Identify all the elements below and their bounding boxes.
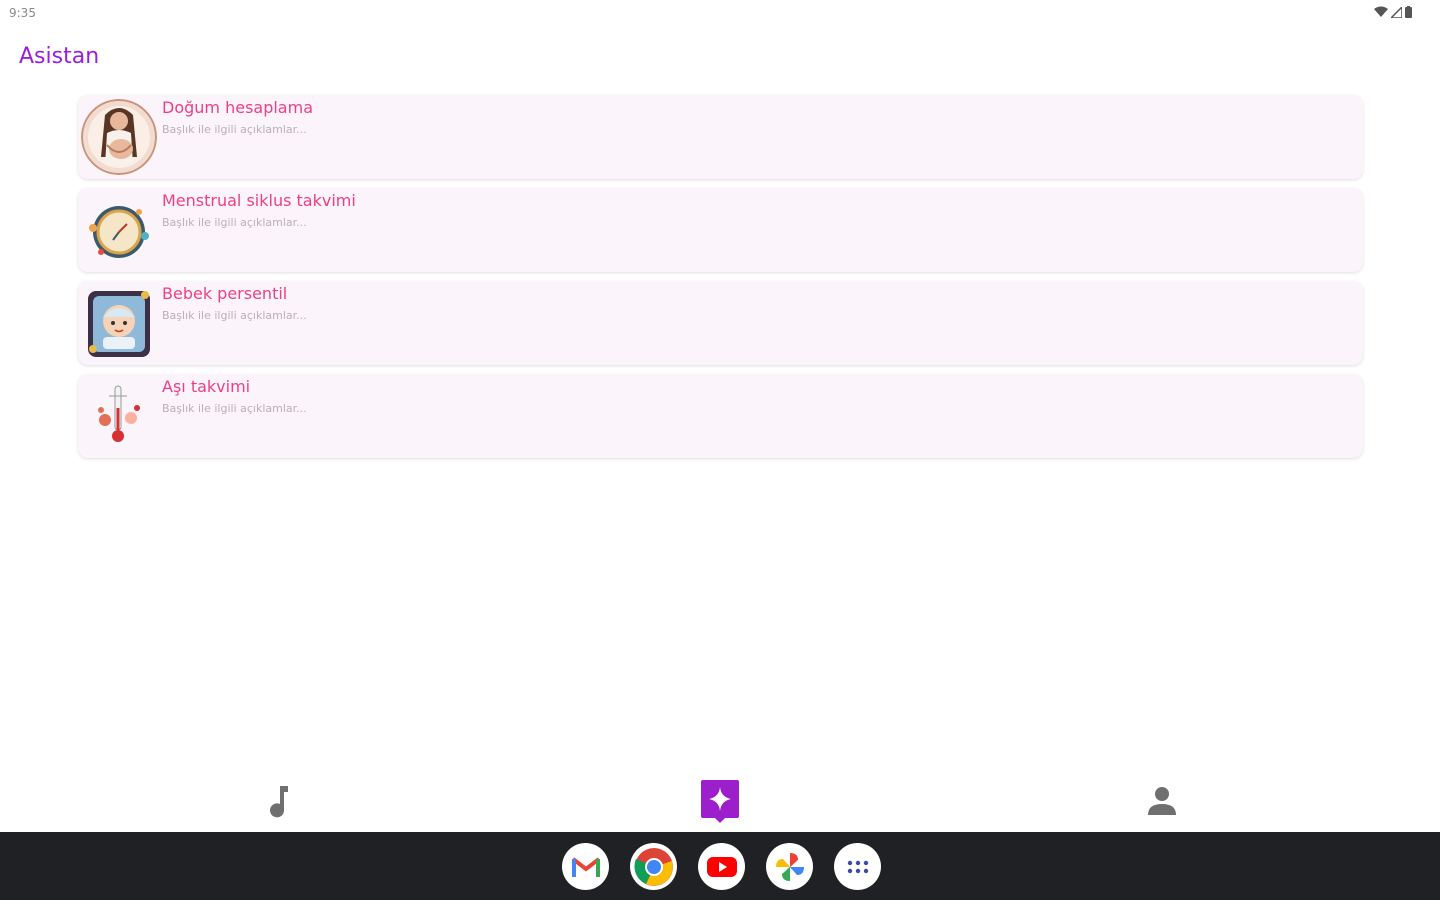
bottom-navigation	[0, 770, 1440, 832]
app-drawer-icon	[847, 860, 868, 873]
status-bar: 9:35	[0, 0, 1440, 28]
card-menstrual-siklus-takvimi[interactable]: Menstrual siklus takvimi Başlık ile ilgi…	[78, 188, 1363, 272]
wifi-icon	[1374, 6, 1388, 17]
card-description: Başlık ile ilgili açıklamlar...	[162, 402, 307, 415]
battery-icon	[1405, 6, 1412, 18]
nav-profile[interactable]	[1139, 778, 1185, 824]
system-taskbar	[0, 832, 1440, 900]
card-asi-takvimi[interactable]: Aşı takvimi Başlık ile ilgili açıklamlar…	[78, 374, 1363, 458]
card-title: Bebek persentil	[162, 284, 288, 303]
app-dock	[562, 843, 881, 890]
nav-assistant[interactable]	[697, 778, 743, 824]
assistant-card-list: Doğum hesaplama Başlık ile ilgili açıkla…	[78, 95, 1363, 467]
chrome-app[interactable]	[630, 843, 677, 890]
signal-icon	[1391, 6, 1402, 18]
photos-icon	[775, 852, 804, 881]
app-drawer[interactable]	[834, 843, 881, 890]
card-dogum-hesaplama[interactable]: Doğum hesaplama Başlık ile ilgili açıkla…	[78, 95, 1363, 179]
status-time: 9:35	[9, 6, 36, 20]
chrome-icon	[633, 847, 673, 886]
photos-app[interactable]	[766, 843, 813, 890]
page-title: Asistan	[19, 44, 100, 69]
vaccine-thermometer-illustration	[81, 378, 157, 454]
youtube-icon	[706, 856, 737, 877]
cycle-clock-illustration	[81, 192, 157, 268]
music-note-icon	[270, 786, 288, 818]
card-description: Başlık ile ilgili açıklamlar...	[162, 216, 307, 229]
card-description: Başlık ile ilgili açıklamlar...	[162, 309, 307, 322]
card-title: Menstrual siklus takvimi	[162, 191, 356, 210]
baby-illustration	[81, 285, 157, 361]
gmail-app[interactable]	[562, 843, 609, 890]
card-bebek-persentil[interactable]: Bebek persentil Başlık ile ilgili açıkla…	[78, 281, 1363, 365]
sparkle-chat-icon	[701, 780, 739, 823]
card-title: Aşı takvimi	[162, 377, 251, 396]
nav-music[interactable]	[256, 778, 302, 824]
gmail-icon	[571, 856, 600, 877]
status-icons	[1374, 6, 1412, 18]
person-icon	[1148, 787, 1176, 815]
pregnant-woman-illustration	[81, 99, 157, 175]
card-title: Doğum hesaplama	[162, 98, 313, 117]
youtube-app[interactable]	[698, 843, 745, 890]
card-description: Başlık ile ilgili açıklamlar...	[162, 123, 307, 136]
